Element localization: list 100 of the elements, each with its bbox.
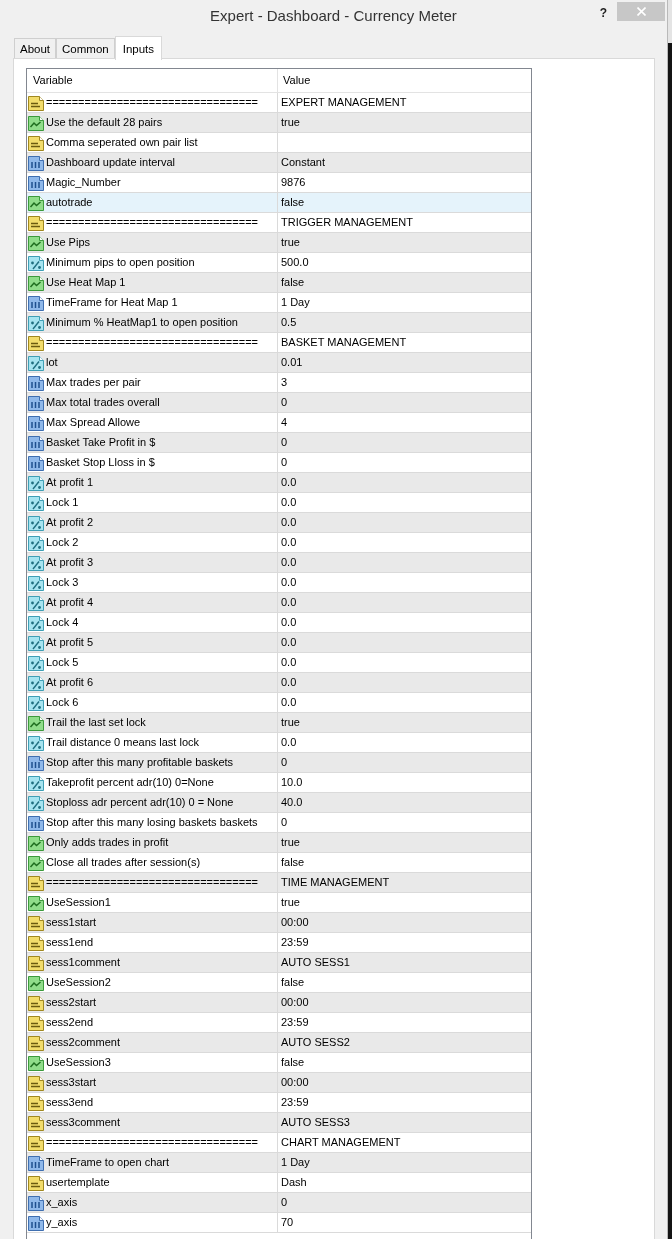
value-text: false <box>280 1055 305 1070</box>
value-text: 1 Day <box>280 1155 310 1170</box>
table-row[interactable]: Stop after this many profitable baskets 0 <box>27 753 531 773</box>
table-row[interactable]: Lock 5 0.0 <box>27 653 531 673</box>
variable-name: sess2comment <box>46 1035 120 1050</box>
variable-name: autotrade <box>46 195 93 210</box>
table-row[interactable]: Lock 3 0.0 <box>27 573 531 593</box>
table-row[interactable]: Max Spread Allowe 4 <box>27 413 531 433</box>
variable-name: Stop after this many losing baskets baskets <box>46 815 258 830</box>
table-row[interactable]: Comma seperated own pair list <box>27 133 531 153</box>
value-text: AUTO SESS1 <box>280 955 350 970</box>
table-row[interactable]: Trail the last set lock true <box>27 713 531 733</box>
table-row[interactable]: At profit 6 0.0 <box>27 673 531 693</box>
table-row[interactable]: x_axis 0 <box>27 1193 531 1213</box>
table-row[interactable]: UseSession2 false <box>27 973 531 993</box>
value-text: false <box>280 275 305 290</box>
variable-name: sess3start <box>46 1075 97 1090</box>
table-row[interactable]: At profit 5 0.0 <box>27 633 531 653</box>
table-row[interactable]: Dashboard update interval Constant <box>27 153 531 173</box>
table-row[interactable]: UseSession1 true <box>27 893 531 913</box>
value-text: true <box>280 835 300 850</box>
variable-name: x_axis <box>46 1195 78 1210</box>
variable-name: Use Pips <box>46 235 91 250</box>
value-text: 0 <box>280 1195 288 1210</box>
table-row[interactable]: ================================= TIME MANAGEMENT <box>27 873 531 893</box>
table-row[interactable]: At profit 2 0.0 <box>27 513 531 533</box>
value-text: 0.0 <box>280 655 297 670</box>
table-row[interactable]: Basket Stop Lloss in $ 0 <box>27 453 531 473</box>
table-row[interactable]: Trail distance 0 means last lock 0.0 <box>27 733 531 753</box>
table-row[interactable]: TimeFrame for Heat Map 1 1 Day <box>27 293 531 313</box>
table-row[interactable]: usertemplate Dash <box>27 1173 531 1193</box>
table-row[interactable]: Magic_Number 9876 <box>27 173 531 193</box>
table-row[interactable]: Minimum pips to open position 500.0 <box>27 253 531 273</box>
table-row[interactable]: sess3end 23:59 <box>27 1093 531 1113</box>
table-row[interactable]: sess3start 00:00 <box>27 1073 531 1093</box>
table-row[interactable]: Use Heat Map 1 false <box>27 273 531 293</box>
variable-name: sess1comment <box>46 955 120 970</box>
value-text: 4 <box>280 415 288 430</box>
value-text: true <box>280 715 300 730</box>
variable-name: Use Heat Map 1 <box>46 275 126 290</box>
value-text: 0.0 <box>280 695 297 710</box>
value-text: 500.0 <box>280 255 309 270</box>
table-row[interactable]: Lock 4 0.0 <box>27 613 531 633</box>
variable-name: Trail the last set lock <box>46 715 146 730</box>
table-row[interactable]: Max trades per pair 3 <box>27 373 531 393</box>
table-row[interactable]: sess1comment AUTO SESS1 <box>27 953 531 973</box>
value-text: Dash <box>280 1175 307 1190</box>
table-row[interactable]: sess1end 23:59 <box>27 933 531 953</box>
table-row[interactable]: Minimum % HeatMap1 to open position 0.5 <box>27 313 531 333</box>
table-row[interactable]: At profit 3 0.0 <box>27 553 531 573</box>
table-row[interactable]: At profit 4 0.0 <box>27 593 531 613</box>
table-row[interactable]: sess2end 23:59 <box>27 1013 531 1033</box>
table-row[interactable]: Use Pips true <box>27 233 531 253</box>
value-text: 23:59 <box>280 935 309 950</box>
table-row[interactable]: Lock 2 0.0 <box>27 533 531 553</box>
table-row[interactable]: sess3comment AUTO SESS3 <box>27 1113 531 1133</box>
variable-name: At profit 1 <box>46 475 94 490</box>
table-row[interactable]: Stoploss adr percent adr(10) 0 = None 40.0 <box>27 793 531 813</box>
variable-name: Takeprofit percent adr(10) 0=None <box>46 775 214 790</box>
variable-name: Lock 1 <box>46 495 79 510</box>
table-row[interactable]: y_axis 70 <box>27 1213 531 1233</box>
table-row[interactable]: TimeFrame to open chart 1 Day <box>27 1153 531 1173</box>
tab[interactable]: Common <box>56 38 115 58</box>
value-text: 00:00 <box>280 995 309 1010</box>
value-text: 00:00 <box>280 1075 309 1090</box>
table-row[interactable]: ================================= EXPERT MANAGEMENT <box>27 93 531 113</box>
value-text: BASKET MANAGEMENT <box>280 335 407 350</box>
table-row[interactable]: ================================= BASKET MANAGEMENT <box>27 333 531 353</box>
variable-name: usertemplate <box>46 1175 110 1190</box>
tab[interactable]: About <box>14 38 57 58</box>
table-row[interactable]: sess2start 00:00 <box>27 993 531 1013</box>
table-row[interactable]: Stop after this many losing baskets baskets 0 <box>27 813 531 833</box>
value-text: 0 <box>280 815 288 830</box>
value-text: 0.5 <box>280 315 297 330</box>
close-button[interactable] <box>617 2 665 21</box>
variable-name: ================================= <box>46 1135 258 1150</box>
value-text: 0.01 <box>280 355 303 370</box>
table-row[interactable]: Max total trades overall 0 <box>27 393 531 413</box>
table-row[interactable]: Lock 6 0.0 <box>27 693 531 713</box>
variable-name: Lock 4 <box>46 615 79 630</box>
value-text: 0.0 <box>280 535 297 550</box>
tab[interactable]: Inputs <box>114 36 163 60</box>
help-button[interactable]: ? <box>599 6 607 20</box>
value-text: 23:59 <box>280 1095 309 1110</box>
value-text: 0.0 <box>280 475 297 490</box>
table-row[interactable]: Basket Take Profit in $ 0 <box>27 433 531 453</box>
table-row[interactable]: autotrade false <box>27 193 531 213</box>
variable-name: Lock 5 <box>46 655 79 670</box>
table-row[interactable]: Takeprofit percent adr(10) 0=None 10.0 <box>27 773 531 793</box>
table-row[interactable]: sess2comment AUTO SESS2 <box>27 1033 531 1053</box>
table-row[interactable]: sess1start 00:00 <box>27 913 531 933</box>
table-row[interactable]: Lock 1 0.0 <box>27 493 531 513</box>
table-row[interactable]: ================================= CHART MANAGEMENT <box>27 1133 531 1153</box>
table-row[interactable]: ================================= TRIGGER MANAGEMENT <box>27 213 531 233</box>
table-row[interactable]: lot 0.01 <box>27 353 531 373</box>
table-row[interactable]: Only adds trades in profit true <box>27 833 531 853</box>
table-row[interactable]: UseSession3 false <box>27 1053 531 1073</box>
table-row[interactable]: At profit 1 0.0 <box>27 473 531 493</box>
table-row[interactable]: Close all trades after session(s) false <box>27 853 531 873</box>
table-row[interactable]: Use the default 28 pairs true <box>27 113 531 133</box>
